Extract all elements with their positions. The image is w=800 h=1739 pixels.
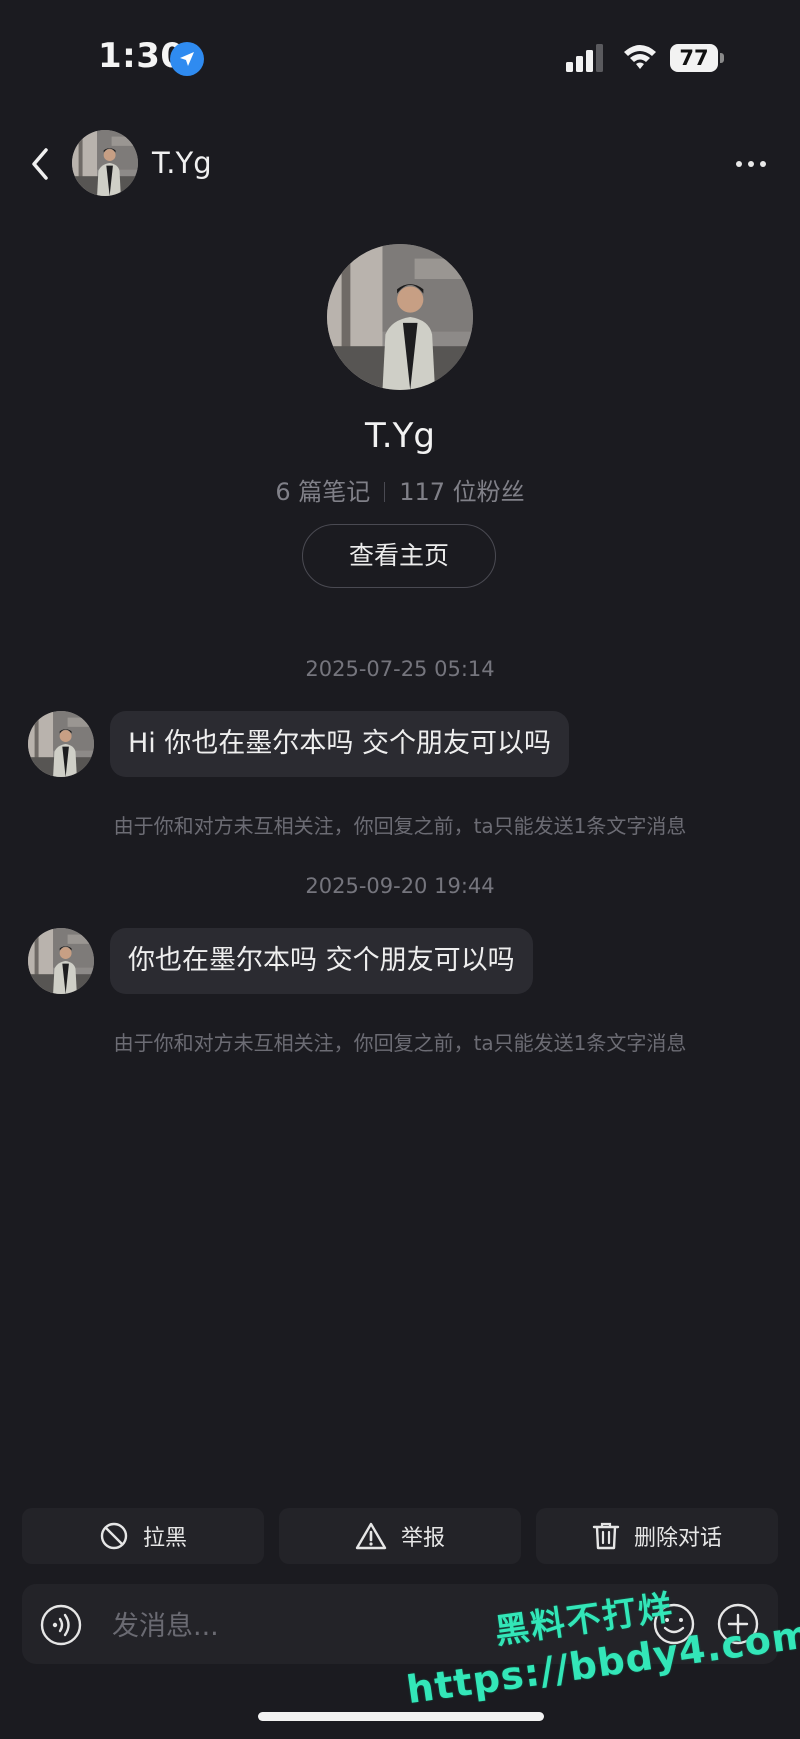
restriction-notice: 由于你和对方未互相关注，你回复之前，ta只能发送1条文字消息 (113, 1031, 687, 1055)
battery-icon: 77 (670, 44, 726, 72)
message-avatar[interactable] (28, 711, 94, 777)
signal-icon (566, 44, 606, 72)
report-label: 举报 (400, 1526, 445, 1551)
restriction-notice: 由于你和对方未互相关注，你回复之前，ta只能发送1条文字消息 (113, 814, 687, 838)
location-arrow-icon (170, 42, 204, 76)
block-label: 拉黑 (142, 1526, 187, 1551)
delete-conversation-button[interactable]: 删除对话 (536, 1508, 778, 1564)
warning-icon (355, 1522, 387, 1550)
more-dots-icon[interactable] (734, 155, 768, 167)
fans-count: 117 位粉丝 (399, 478, 525, 506)
message-timestamp: 2025-07-25 05:14 (305, 657, 495, 681)
delete-label: 删除对话 (633, 1526, 722, 1551)
message-avatar[interactable] (28, 928, 94, 994)
notes-count: 6 篇笔记 (275, 478, 371, 506)
battery-level: 77 (679, 46, 709, 70)
block-icon (100, 1522, 128, 1550)
profile-stats: 6 篇笔记 117 位粉丝 (0, 472, 800, 507)
header-avatar[interactable] (72, 130, 138, 196)
profile-avatar[interactable] (327, 244, 473, 390)
profile-name: T.Yg (365, 416, 435, 456)
voice-icon[interactable] (40, 1604, 82, 1646)
message-bubble[interactable]: 你也在墨尔本吗 交个朋友可以吗 (110, 928, 533, 994)
wifi-icon (622, 42, 658, 72)
back-chevron-icon[interactable] (26, 146, 56, 182)
report-button[interactable]: 举报 (279, 1508, 521, 1564)
block-button[interactable]: 拉黑 (22, 1508, 264, 1564)
message-timestamp: 2025-09-20 19:44 (305, 874, 495, 898)
header-username[interactable]: T.Yg (152, 146, 212, 180)
message-bubble[interactable]: Hi 你也在墨尔本吗 交个朋友可以吗 (110, 711, 569, 777)
home-indicator (258, 1712, 544, 1721)
view-homepage-button[interactable]: 查看主页 (302, 524, 496, 588)
trash-icon (592, 1522, 620, 1550)
